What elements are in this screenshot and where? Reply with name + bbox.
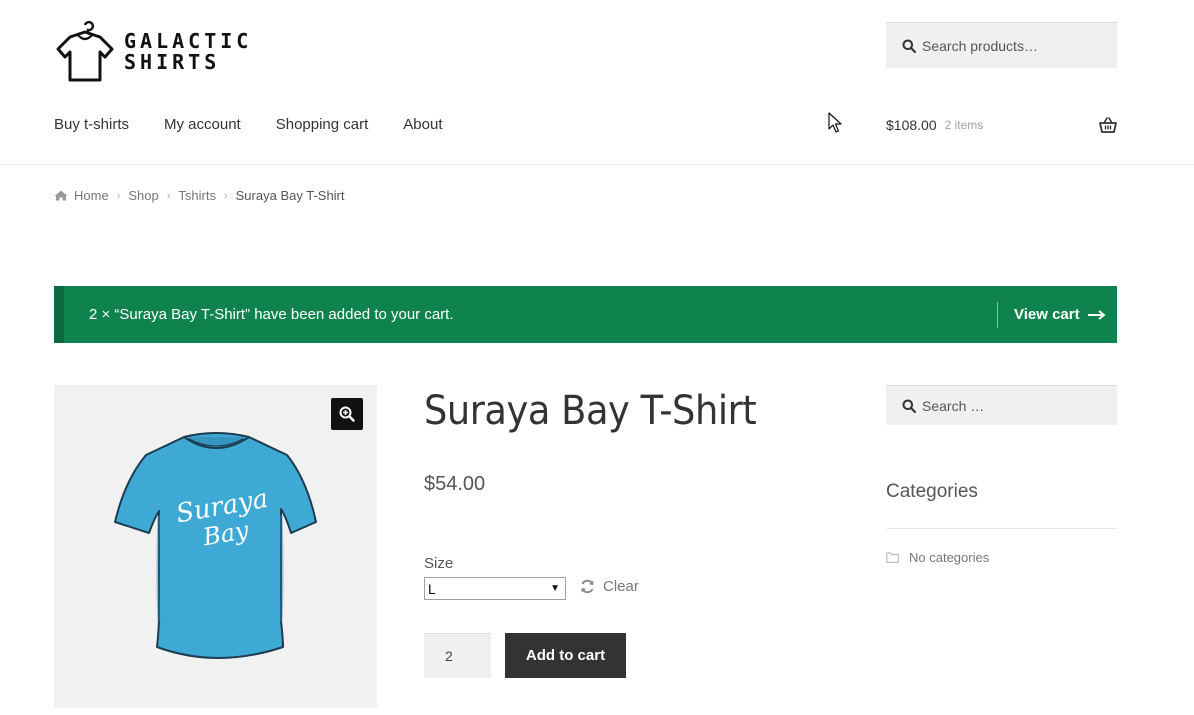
product-search-input[interactable] bbox=[922, 37, 1102, 54]
breadcrumb-current: Suraya Bay T-Shirt bbox=[235, 188, 345, 203]
clear-variation-link[interactable]: Clear bbox=[580, 578, 639, 595]
refresh-icon bbox=[581, 579, 594, 594]
chevron-right-icon: › bbox=[116, 189, 121, 202]
logo-line-1: GALACTIC bbox=[124, 29, 253, 53]
folder-icon bbox=[886, 552, 899, 563]
categories-heading: Categories bbox=[886, 481, 978, 502]
gallery-zoom-button[interactable] bbox=[331, 398, 363, 430]
search-icon bbox=[902, 39, 916, 53]
search-icon bbox=[902, 399, 916, 413]
product-price: $54.00 bbox=[424, 473, 486, 495]
nav-about[interactable]: About bbox=[403, 116, 442, 133]
clear-label: Clear bbox=[603, 578, 639, 595]
header-divider bbox=[0, 164, 1194, 165]
size-label: Size bbox=[424, 555, 454, 572]
view-cart-link[interactable]: View cart bbox=[1014, 286, 1106, 343]
breadcrumb-tshirts[interactable]: Tshirts bbox=[178, 188, 216, 203]
cart-count: 2 items bbox=[944, 118, 984, 132]
cart-added-notice: 2 × “Suraya Bay T-Shirt” have been added… bbox=[54, 286, 1117, 343]
site-logo[interactable]: GALACTIC SHIRTS bbox=[54, 20, 284, 84]
home-icon bbox=[54, 190, 68, 201]
arrow-right-icon bbox=[1087, 309, 1106, 320]
size-select-value: L bbox=[428, 580, 436, 597]
no-categories-text: No categories bbox=[909, 550, 990, 565]
shirt-hanger-logo-icon bbox=[56, 21, 114, 82]
nav-my-account[interactable]: My account bbox=[164, 116, 241, 133]
cart-amount: $108.00 bbox=[886, 117, 937, 133]
logo-wordmark: GALACTIC SHIRTS bbox=[124, 31, 252, 73]
breadcrumb: Home › Shop › Tshirts › Suraya Bay T-Shi… bbox=[54, 188, 345, 203]
notice-message: 2 × “Suraya Bay T-Shirt” have been added… bbox=[89, 306, 454, 323]
nav-shopping-cart[interactable]: Shopping cart bbox=[276, 116, 369, 133]
product-search bbox=[886, 22, 1117, 68]
view-cart-label: View cart bbox=[1014, 306, 1080, 323]
product-gallery: Suraya Bay bbox=[54, 385, 377, 708]
no-categories-item: No categories bbox=[886, 550, 989, 565]
zoom-in-icon bbox=[339, 406, 355, 422]
sidebar-search-input[interactable] bbox=[922, 397, 1102, 414]
quantity-input[interactable] bbox=[424, 633, 491, 678]
nav-buy-tshirts[interactable]: Buy t-shirts bbox=[54, 116, 129, 133]
product-image[interactable]: Suraya Bay bbox=[109, 425, 324, 665]
chevron-right-icon: › bbox=[223, 189, 228, 202]
sidebar-search bbox=[886, 385, 1117, 425]
basket-icon bbox=[1099, 117, 1117, 133]
logo-line-2: SHIRTS bbox=[124, 50, 221, 74]
breadcrumb-home[interactable]: Home bbox=[74, 188, 109, 203]
categories-divider bbox=[886, 528, 1117, 529]
header-cart[interactable]: $108.00 2 items bbox=[886, 117, 1117, 133]
mouse-cursor-icon bbox=[828, 112, 842, 133]
size-select[interactable]: L ▼ bbox=[424, 577, 566, 600]
dropdown-arrow-icon: ▼ bbox=[550, 583, 560, 594]
breadcrumb-shop[interactable]: Shop bbox=[128, 188, 158, 203]
notice-divider bbox=[997, 302, 998, 328]
chevron-right-icon: › bbox=[166, 189, 171, 202]
primary-navigation: Buy t-shirts My account Shopping cart Ab… bbox=[54, 116, 443, 133]
add-to-cart-button[interactable]: Add to cart bbox=[505, 633, 626, 678]
product-title: Suraya Bay T-Shirt bbox=[424, 388, 757, 434]
